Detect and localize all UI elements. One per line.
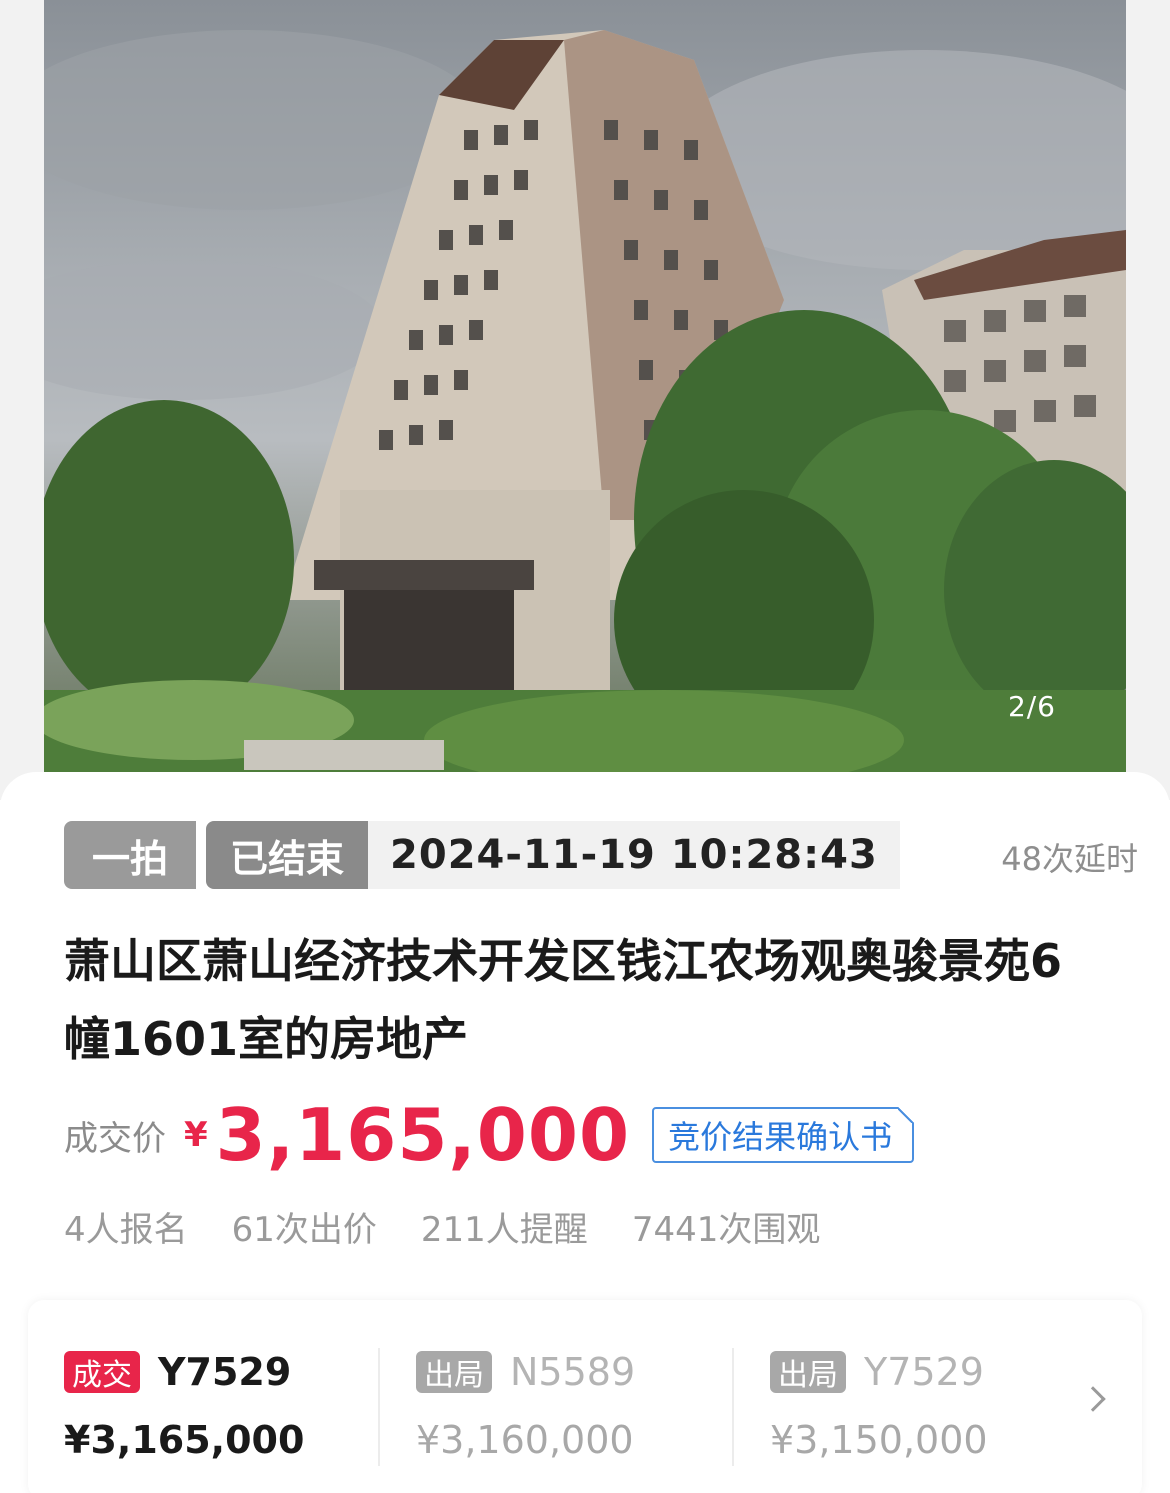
deal-price-value: 3,165,000 [215,1093,631,1177]
bid-status-badge: 出局 [416,1351,492,1393]
bidder-id: Y7529 [864,1350,984,1394]
bidder-id: Y7529 [158,1350,292,1394]
photo-counter: 2/6 [1007,690,1056,723]
bid-amount: ¥3,165,000 [64,1418,305,1462]
stat-reminders: 211人提醒 [420,1210,588,1250]
stat-views: 7441次围观 [631,1210,821,1250]
round-tag: 一拍 [64,821,197,889]
chevron-right-icon[interactable] [1080,1386,1106,1412]
deal-price-label: 成交价 [64,1118,166,1159]
property-photo[interactable]: 2/6 [44,0,1126,800]
bid-amount: ¥3,150,000 [770,1418,988,1462]
deal-price-row: 成交价 ¥ 3,165,000 竞价结果确认书 [64,1090,915,1180]
status-tag: 已结束 [206,821,369,889]
bid-status-badge: 成交 [64,1351,140,1393]
bid-result-confirmation-link[interactable]: 竞价结果确认书 [652,1107,915,1163]
hero-gallery[interactable]: 2/6 [0,0,1170,800]
stat-bids: 61次出价 [231,1210,377,1250]
stat-registrations: 4人报名 [64,1210,188,1250]
auction-info-card: 一拍 已结束 2024-11-19 10:28:43 48次延时 萧山区萧山经济… [0,772,1170,1493]
property-title: 萧山区萧山经济技术开发区钱江农场观奥骏景苑6幢1601室的房地产 [64,934,1063,1066]
delay-count: 48次延时 [1001,840,1138,878]
auction-stats: 4人报名 61次出价 211人提醒 7441次围观 [64,1202,820,1251]
building-illustration [44,30,1126,800]
bidder-id: N5589 [510,1350,636,1394]
bid-amount: ¥3,160,000 [416,1418,634,1462]
bid-record-item: 出局 Y7529 ¥3,150,000 [770,1348,988,1488]
bid-record-item: 成交 Y7529 ¥3,165,000 [64,1348,304,1488]
bid-status-badge: 出局 [770,1351,846,1393]
bid-record-item: 出局 N5589 ¥3,160,000 [416,1348,635,1488]
currency-symbol: ¥ [184,1115,208,1155]
divider [378,1348,380,1466]
auction-status-row: 一拍 已结束 2024-11-19 10:28:43 [64,820,900,890]
bid-record-strip[interactable]: 成交 Y7529 ¥3,165,000 出局 N5589 ¥3,160,000 … [28,1300,1142,1493]
divider [732,1348,734,1466]
end-time: 2024-11-19 10:28:43 [368,821,900,889]
